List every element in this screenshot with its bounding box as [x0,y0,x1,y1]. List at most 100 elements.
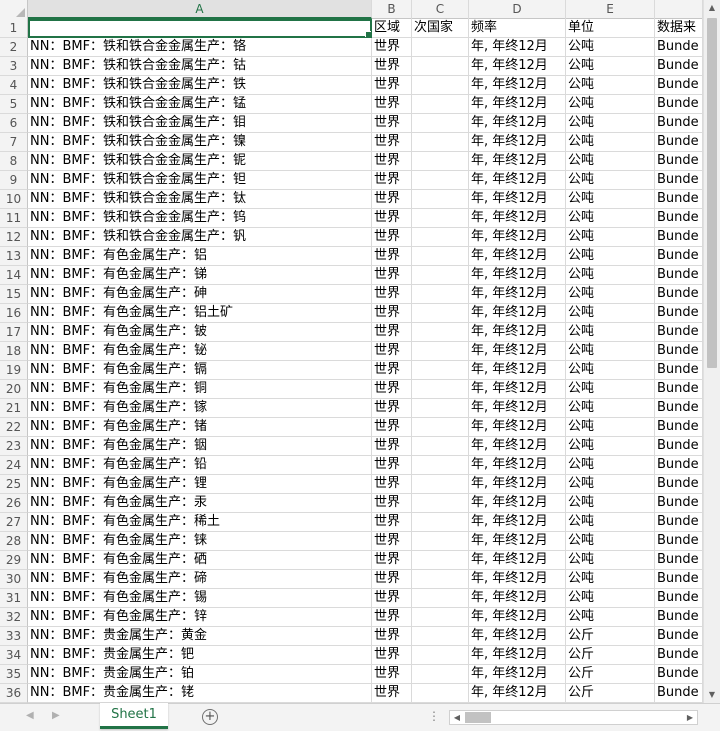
cell-d[interactable]: 年, 年终12月 [469,209,566,228]
cell-d[interactable]: 年, 年终12月 [469,665,566,684]
cell-f1[interactable]: 数据来 [655,19,703,38]
cell-d[interactable]: 年, 年终12月 [469,38,566,57]
cell-a[interactable]: NN：BMF：有色金属生产：镉 [28,361,372,380]
cell-d[interactable]: 年, 年终12月 [469,76,566,95]
cell-d[interactable]: 年, 年终12月 [469,323,566,342]
cell-a1-selected[interactable] [28,19,372,38]
cell-d[interactable]: 年, 年终12月 [469,171,566,190]
cell-a[interactable]: NN：BMF：有色金属生产：碲 [28,570,372,589]
cell-e[interactable]: 公吨 [566,285,655,304]
row-header[interactable]: 20 [0,380,28,399]
cell-c[interactable] [412,646,469,665]
cell-a[interactable]: NN：BMF：有色金属生产：铍 [28,323,372,342]
cell-a[interactable]: NN：BMF：贵金属生产：钯 [28,646,372,665]
cell-d[interactable]: 年, 年终12月 [469,285,566,304]
cell-d[interactable]: 年, 年终12月 [469,228,566,247]
cell-d[interactable]: 年, 年终12月 [469,114,566,133]
cell-c[interactable] [412,418,469,437]
row-header[interactable]: 31 [0,589,28,608]
cell-f[interactable]: Bunde [655,437,703,456]
cell-e[interactable]: 公吨 [566,266,655,285]
cell-a[interactable]: NN：BMF：铁和铁合金金属生产：钛 [28,190,372,209]
cell-c[interactable] [412,285,469,304]
cell-b[interactable]: 世界 [372,38,412,57]
cell-b[interactable]: 世界 [372,380,412,399]
column-header-a[interactable]: A [28,0,372,19]
cell-e[interactable]: 公吨 [566,551,655,570]
cell-d[interactable]: 年, 年终12月 [469,380,566,399]
cell-e[interactable]: 公吨 [566,152,655,171]
cell-f[interactable]: Bunde [655,228,703,247]
cell-e[interactable]: 公吨 [566,456,655,475]
row-header[interactable]: 5 [0,95,28,114]
spreadsheet-grid[interactable]: A B C D E 1 区域 次国家 频率 单位 数据来 2 NN：BMF：铁和铁… [0,0,703,703]
cell-a[interactable]: NN：BMF：有色金属生产：镓 [28,399,372,418]
cell-e[interactable]: 公吨 [566,228,655,247]
column-header-c[interactable]: C [412,0,469,19]
cell-d[interactable]: 年, 年终12月 [469,304,566,323]
cell-b[interactable]: 世界 [372,475,412,494]
cell-d[interactable]: 年, 年终12月 [469,627,566,646]
cell-c[interactable] [412,437,469,456]
cell-f[interactable]: Bunde [655,76,703,95]
vertical-scrollbar[interactable]: ▲ ▼ [703,0,720,703]
cell-e[interactable]: 公吨 [566,418,655,437]
cell-f[interactable]: Bunde [655,494,703,513]
cell-a[interactable]: NN：BMF：有色金属生产：铝 [28,247,372,266]
cell-a[interactable]: NN：BMF：铁和铁合金金属生产：钒 [28,228,372,247]
cell-b[interactable]: 世界 [372,456,412,475]
cell-d[interactable]: 年, 年终12月 [469,456,566,475]
cell-d1[interactable]: 频率 [469,19,566,38]
cell-d[interactable]: 年, 年终12月 [469,646,566,665]
cell-b[interactable]: 世界 [372,361,412,380]
cell-d[interactable]: 年, 年终12月 [469,589,566,608]
row-header[interactable]: 1 [0,19,28,38]
cell-d[interactable]: 年, 年终12月 [469,532,566,551]
column-header-d[interactable]: D [469,0,566,19]
cell-f[interactable]: Bunde [655,475,703,494]
cell-e1[interactable]: 单位 [566,19,655,38]
cell-a[interactable]: NN：BMF：铁和铁合金金属生产：钽 [28,171,372,190]
row-header[interactable]: 8 [0,152,28,171]
cell-b[interactable]: 世界 [372,399,412,418]
cell-d[interactable]: 年, 年终12月 [469,266,566,285]
cell-c[interactable] [412,76,469,95]
cell-b[interactable]: 世界 [372,665,412,684]
row-header[interactable]: 12 [0,228,28,247]
cell-b[interactable]: 世界 [372,589,412,608]
row-header[interactable]: 18 [0,342,28,361]
cell-b[interactable]: 世界 [372,551,412,570]
cell-b[interactable]: 世界 [372,570,412,589]
cell-f[interactable]: Bunde [655,171,703,190]
cell-f[interactable]: Bunde [655,361,703,380]
row-header[interactable]: 33 [0,627,28,646]
cell-c[interactable] [412,266,469,285]
cell-f[interactable]: Bunde [655,513,703,532]
cell-a[interactable]: NN：BMF：有色金属生产：锌 [28,608,372,627]
cell-d[interactable]: 年, 年终12月 [469,494,566,513]
row-header[interactable]: 14 [0,266,28,285]
cell-a[interactable]: NN：BMF：有色金属生产：锡 [28,589,372,608]
cell-c[interactable] [412,304,469,323]
cell-f[interactable]: Bunde [655,190,703,209]
cell-a[interactable]: NN：BMF：铁和铁合金金属生产：钼 [28,114,372,133]
row-header[interactable]: 25 [0,475,28,494]
cell-e[interactable]: 公吨 [566,494,655,513]
cell-c[interactable] [412,570,469,589]
cell-d[interactable]: 年, 年终12月 [469,399,566,418]
cell-a[interactable]: NN：BMF：铁和铁合金金属生产：镍 [28,133,372,152]
cell-d[interactable]: 年, 年终12月 [469,513,566,532]
cell-a[interactable]: NN：BMF：有色金属生产：砷 [28,285,372,304]
cell-e[interactable]: 公吨 [566,57,655,76]
scroll-right-icon[interactable]: ▶ [683,711,697,724]
cell-a[interactable]: NN：BMF：有色金属生产：铟 [28,437,372,456]
cell-e[interactable]: 公吨 [566,133,655,152]
cell-f[interactable]: Bunde [655,399,703,418]
cell-a[interactable]: NN：BMF：铁和铁合金金属生产：钴 [28,57,372,76]
cell-a[interactable]: NN：BMF：贵金属生产：铂 [28,665,372,684]
more-options-icon[interactable]: ⋮ [428,709,440,723]
cell-f[interactable]: Bunde [655,304,703,323]
row-header[interactable]: 10 [0,190,28,209]
row-header[interactable]: 6 [0,114,28,133]
cell-a[interactable]: NN：BMF：有色金属生产：汞 [28,494,372,513]
